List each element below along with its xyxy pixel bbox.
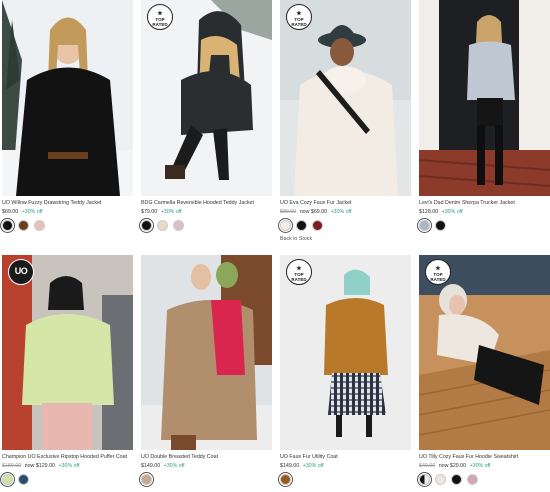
top-rated-badge: ★ TOP RATED bbox=[425, 259, 451, 285]
color-swatches bbox=[280, 220, 411, 232]
product-image[interactable]: ★ TOP RATED bbox=[141, 0, 272, 196]
product-price: $69.00 +30% off bbox=[2, 209, 43, 216]
product-card[interactable]: UO Willow Fuzzy Drawstring Teddy Jacket … bbox=[2, 0, 133, 232]
top-rated-badge: ★ TOP RATED bbox=[286, 259, 312, 285]
color-swatch[interactable] bbox=[296, 220, 307, 232]
product-image[interactable] bbox=[2, 0, 133, 196]
top-rated-badge: ★ TOP RATED bbox=[147, 4, 173, 30]
color-swatch[interactable] bbox=[451, 474, 462, 486]
color-swatch[interactable] bbox=[435, 220, 446, 232]
product-card[interactable]: ★ TOP RATED UO Tilly Cozy Faux Fur Hoodi… bbox=[419, 255, 550, 486]
product-name[interactable]: UO Faux Fur Utility Coat bbox=[280, 454, 411, 461]
product-card[interactable]: ★ TOP RATED UO Faux Fur Utility Coat $14… bbox=[280, 255, 411, 486]
product-image[interactable]: UO bbox=[2, 255, 133, 450]
product-grid: UO Willow Fuzzy Drawstring Teddy Jacket … bbox=[0, 0, 550, 492]
color-swatch[interactable] bbox=[419, 220, 430, 232]
product-name[interactable]: BDG Carmella Reversible Hooded Teddy Jac… bbox=[141, 200, 272, 207]
product-image[interactable] bbox=[419, 0, 550, 196]
color-swatch[interactable] bbox=[435, 474, 446, 486]
product-price: $149.00 +30% off bbox=[280, 463, 324, 470]
color-swatch[interactable] bbox=[173, 220, 184, 232]
color-swatches bbox=[419, 220, 550, 232]
color-swatches bbox=[2, 474, 133, 486]
color-swatches bbox=[2, 220, 133, 232]
color-swatches bbox=[141, 220, 272, 232]
product-price: $89.00 now $69.00 +30% off bbox=[280, 209, 352, 216]
color-swatches bbox=[141, 474, 272, 486]
color-swatch[interactable] bbox=[280, 474, 291, 486]
color-swatch[interactable] bbox=[2, 474, 13, 486]
color-swatch[interactable] bbox=[141, 220, 152, 232]
color-swatch[interactable] bbox=[2, 220, 13, 232]
color-swatch[interactable] bbox=[419, 474, 430, 486]
product-card[interactable]: ★ TOP RATED UO Eva Cozy Faux Fur Jacket … bbox=[280, 0, 411, 242]
uo-badge: UO bbox=[8, 259, 34, 285]
product-image[interactable]: ★ TOP RATED bbox=[419, 255, 550, 450]
product-price: $79.00 +30% off bbox=[141, 209, 182, 216]
product-price: $49.00 now $29.00 +30% off bbox=[419, 463, 491, 470]
color-swatch[interactable] bbox=[18, 220, 29, 232]
product-card[interactable]: UO Double Breasted Teddy Coat $149.00 +3… bbox=[141, 255, 272, 486]
product-card[interactable]: UO Champion UO Exclusive Ripstop Hooded … bbox=[2, 255, 133, 486]
color-swatch[interactable] bbox=[141, 474, 152, 486]
product-name[interactable]: UO Willow Fuzzy Drawstring Teddy Jacket bbox=[2, 200, 133, 207]
back-in-stock-label: Back in Stock bbox=[280, 236, 313, 243]
color-swatch[interactable] bbox=[467, 474, 478, 486]
product-name[interactable]: Levi's Dad Denim Sherpa Trucker Jacket bbox=[419, 200, 550, 207]
color-swatch[interactable] bbox=[18, 474, 29, 486]
color-swatch[interactable] bbox=[312, 220, 323, 232]
color-swatches bbox=[419, 474, 550, 486]
product-image[interactable]: ★ TOP RATED bbox=[280, 255, 411, 450]
product-name[interactable]: UO Tilly Cozy Faux Fur Hoodie Sweatshirt bbox=[419, 454, 550, 461]
color-swatches bbox=[280, 474, 411, 486]
product-price: $189.00 now $129.00 +30% off bbox=[2, 463, 80, 470]
product-price: $128.00 +30% off bbox=[419, 209, 463, 216]
product-image[interactable] bbox=[141, 255, 272, 450]
product-image[interactable]: ★ TOP RATED bbox=[280, 0, 411, 196]
product-name[interactable]: UO Eva Cozy Faux Fur Jacket bbox=[280, 200, 411, 207]
product-name[interactable]: Champion UO Exclusive Ripstop Hooded Puf… bbox=[2, 454, 133, 461]
product-card[interactable]: Levi's Dad Denim Sherpa Trucker Jacket $… bbox=[419, 0, 550, 232]
product-card[interactable]: ★ TOP RATED BDG Carmella Reversible Hood… bbox=[141, 0, 272, 232]
color-swatch[interactable] bbox=[280, 220, 291, 232]
top-rated-badge: ★ TOP RATED bbox=[286, 4, 312, 30]
color-swatch[interactable] bbox=[157, 220, 168, 232]
product-name[interactable]: UO Double Breasted Teddy Coat bbox=[141, 454, 272, 461]
product-price: $149.00 +30% off bbox=[141, 463, 185, 470]
color-swatch[interactable] bbox=[34, 220, 45, 232]
